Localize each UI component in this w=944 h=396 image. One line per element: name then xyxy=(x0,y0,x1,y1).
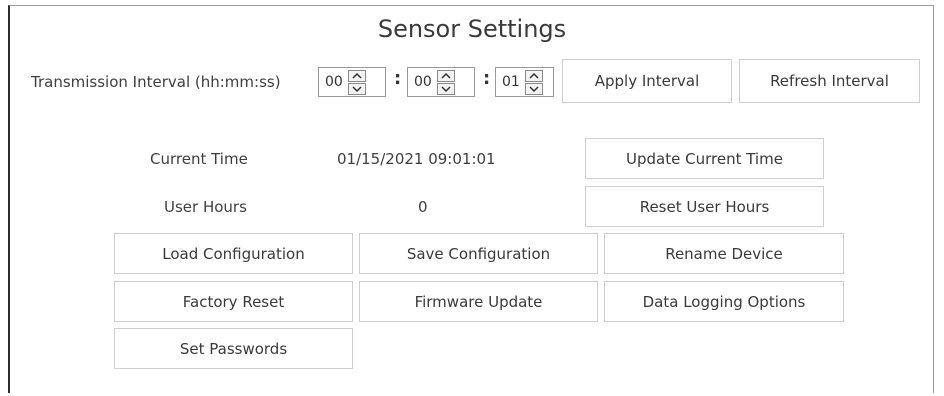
seconds-value: 01 xyxy=(502,74,520,90)
minutes-value: 00 xyxy=(414,74,432,90)
firmware-update-button[interactable]: Firmware Update xyxy=(359,281,598,322)
hours-value: 00 xyxy=(325,74,343,90)
user-hours-label: User Hours xyxy=(164,198,247,216)
minutes-up-arrow-icon[interactable] xyxy=(437,69,455,82)
time-separator: : xyxy=(394,68,402,89)
transmission-interval-label: Transmission Interval (hh:mm:ss) xyxy=(31,73,281,91)
hours-up-arrow-icon[interactable] xyxy=(348,69,366,82)
save-configuration-button[interactable]: Save Configuration xyxy=(359,233,598,274)
minutes-down-arrow-icon[interactable] xyxy=(437,82,455,95)
rename-device-button[interactable]: Rename Device xyxy=(604,233,844,274)
current-time-label: Current Time xyxy=(150,150,248,168)
factory-reset-button[interactable]: Factory Reset xyxy=(114,281,353,322)
load-configuration-button[interactable]: Load Configuration xyxy=(114,233,353,274)
seconds-up-arrow-icon[interactable] xyxy=(525,69,543,82)
hours-stepper[interactable]: 00 xyxy=(318,67,386,97)
current-time-value: 01/15/2021 09:01:01 xyxy=(337,150,496,168)
time-separator: : xyxy=(483,68,491,89)
minutes-stepper[interactable]: 00 xyxy=(407,67,475,97)
seconds-down-arrow-icon[interactable] xyxy=(525,82,543,95)
reset-user-hours-button[interactable]: Reset User Hours xyxy=(585,186,824,227)
page-title: Sensor Settings xyxy=(377,15,567,43)
refresh-interval-button[interactable]: Refresh Interval xyxy=(739,59,920,103)
update-current-time-button[interactable]: Update Current Time xyxy=(585,138,824,179)
set-passwords-button[interactable]: Set Passwords xyxy=(114,328,353,369)
seconds-stepper[interactable]: 01 xyxy=(495,67,554,97)
user-hours-value: 0 xyxy=(418,198,428,216)
apply-interval-button[interactable]: Apply Interval xyxy=(562,59,732,103)
data-logging-options-button[interactable]: Data Logging Options xyxy=(604,281,844,322)
hours-down-arrow-icon[interactable] xyxy=(348,82,366,95)
